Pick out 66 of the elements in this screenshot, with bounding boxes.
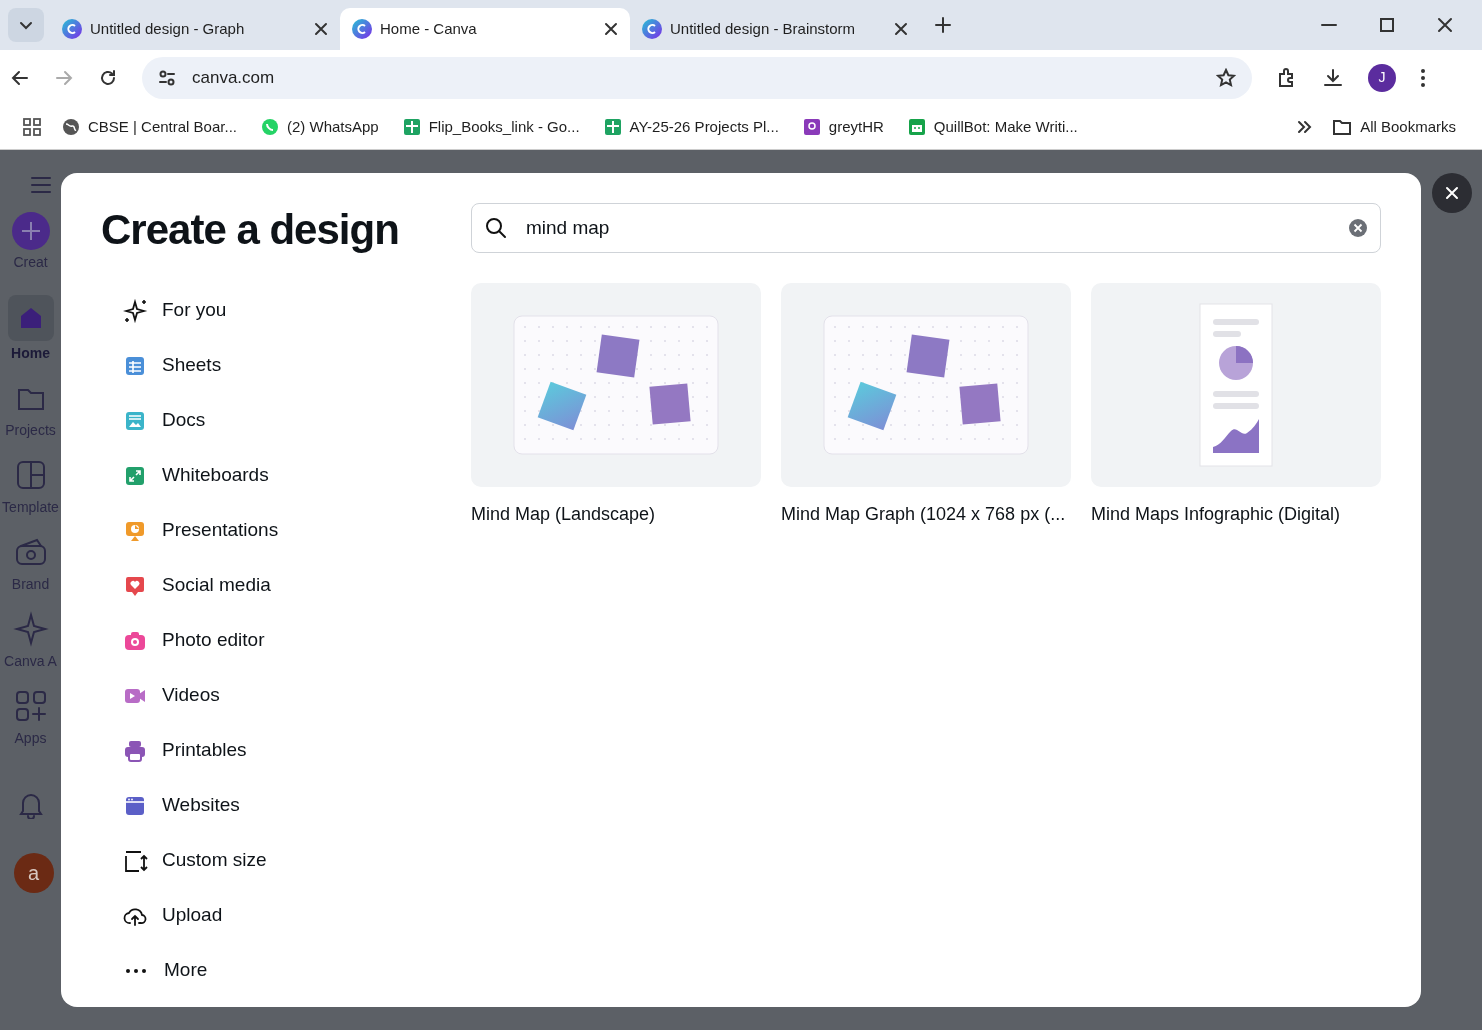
category-item[interactable]: Social media xyxy=(101,558,471,613)
category-item[interactable]: Custom size xyxy=(101,833,471,888)
site-settings-icon xyxy=(158,68,176,87)
double-chevron-icon[interactable] xyxy=(1296,119,1313,135)
folder-icon xyxy=(1332,118,1353,136)
category-item[interactable]: Upload xyxy=(101,888,471,943)
search-bar[interactable]: mind map xyxy=(471,203,1381,253)
sheets-icon xyxy=(402,118,421,136)
more-icon xyxy=(125,967,147,974)
template-thumbnail[interactable] xyxy=(1091,283,1381,487)
close-button[interactable] xyxy=(1431,173,1472,213)
category-item[interactable]: Whiteboards xyxy=(101,448,471,503)
category-item[interactable]: Websites xyxy=(101,778,471,833)
close-icon[interactable] xyxy=(314,22,328,36)
app-logo-icon xyxy=(802,118,821,136)
category-item[interactable]: Videos xyxy=(101,668,471,723)
canva-favicon xyxy=(62,19,82,39)
close-icon xyxy=(1444,186,1459,200)
category-item[interactable]: Docs xyxy=(101,393,471,448)
bookmark[interactable]: CBSE | Central Boar... xyxy=(58,113,241,141)
category-item[interactable]: Sheets xyxy=(101,338,471,393)
category-item[interactable]: Presentations xyxy=(101,503,471,558)
canva-favicon xyxy=(642,19,662,39)
avatar[interactable]: a xyxy=(13,853,54,893)
close-icon[interactable] xyxy=(1436,16,1454,34)
robot-icon xyxy=(907,118,926,136)
template-title[interactable]: Mind Map Graph (1024 x 768 px (... xyxy=(781,501,1071,528)
browser-tab[interactable]: Untitled design - Brainstorm xyxy=(630,8,920,50)
canva-favicon xyxy=(352,19,372,39)
bookmark[interactable]: (2) WhatsApp xyxy=(256,113,383,141)
reload-icon[interactable] xyxy=(98,67,118,88)
close-icon[interactable] xyxy=(604,22,618,36)
category-item[interactable]: For you xyxy=(101,283,471,338)
address-bar[interactable]: canva.com xyxy=(142,56,1252,99)
resize-icon xyxy=(123,848,149,873)
download-icon[interactable] xyxy=(1322,66,1344,89)
chat-bubble-icon xyxy=(260,118,279,136)
new-tab-icon[interactable] xyxy=(934,16,952,34)
category-item[interactable]: Printables xyxy=(101,723,471,778)
profile-avatar[interactable]: J xyxy=(1368,63,1396,92)
bookmark[interactable]: greytHR xyxy=(798,113,888,141)
home-icon xyxy=(7,295,54,341)
clear-icon[interactable] xyxy=(1348,218,1368,238)
more-options-icon[interactable] xyxy=(1420,67,1426,88)
template-thumbnail[interactable] xyxy=(471,283,761,487)
sheets-icon xyxy=(603,118,622,136)
category-item[interactable]: More xyxy=(101,943,471,998)
bookmark[interactable]: All Bookmarks xyxy=(1328,113,1460,141)
star-icon[interactable] xyxy=(1216,67,1236,88)
browser-tab[interactable]: Home - Canva xyxy=(340,8,630,50)
browser-tab[interactable]: Untitled design - Graph xyxy=(50,8,340,50)
template-title[interactable]: Mind Map (Landscape) xyxy=(471,501,761,528)
maximize-icon[interactable] xyxy=(1378,16,1396,34)
bookmark[interactable]: QuillBot: Make Writi... xyxy=(903,113,1082,141)
search-icon xyxy=(484,216,508,240)
bookmark[interactable]: Flip_Books_link - Go... xyxy=(398,113,584,141)
template-title[interactable]: Mind Maps Infographic (Digital) xyxy=(1091,501,1381,528)
sparkle-icon xyxy=(123,298,149,323)
tab-search-button[interactable] xyxy=(8,8,44,42)
apps-grid-icon[interactable] xyxy=(22,117,42,137)
category-item[interactable]: Photo editor xyxy=(101,613,471,668)
dialog-title: Create a design xyxy=(101,205,400,255)
template-thumbnail[interactable] xyxy=(781,283,1071,487)
bookmark[interactable]: AY-25-26 Projects Pl... xyxy=(599,113,783,141)
close-icon[interactable] xyxy=(894,22,908,36)
plus-icon xyxy=(11,212,50,250)
